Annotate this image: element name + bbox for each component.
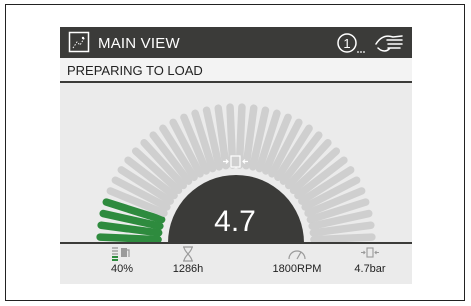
- page-title: MAIN VIEW: [98, 35, 180, 52]
- hours-readout: 1286h: [168, 246, 208, 282]
- rpm-readout: 1800RPM: [267, 246, 327, 282]
- pressure-icon: [361, 247, 379, 258]
- alert-count: 1: [343, 36, 350, 51]
- fuel-value: 40%: [110, 263, 134, 275]
- pressure-value: 4.7bar: [354, 263, 386, 275]
- gauge-segment: [96, 233, 162, 244]
- speedometer-icon: [288, 250, 306, 260]
- fuel-level-bar: [112, 253, 118, 255]
- header-bar: MAIN VIEW 1: [60, 27, 412, 58]
- fuel-icon: [112, 247, 130, 261]
- hourglass-icon: [183, 246, 193, 262]
- fuel-readout: 40%: [102, 246, 142, 282]
- hand-icon[interactable]: [373, 31, 405, 55]
- display-screen: MAIN VIEW 1 PREPARING TO LOAD 4.7 40% 12…: [60, 27, 412, 284]
- status-bar: PREPARING TO LOAD: [60, 58, 412, 83]
- gauge-value: 4.7: [214, 205, 256, 238]
- alert-icon[interactable]: 1: [336, 31, 366, 55]
- gauge-segment: [310, 233, 376, 244]
- footer-bar: 40% 1286h 1800RPM 4.7bar: [60, 242, 412, 284]
- hours-value: 1286h: [172, 263, 204, 275]
- fuel-level-bar: [112, 259, 118, 261]
- fuel-level-bar: [112, 247, 118, 249]
- load-gauge: 4.7: [60, 83, 412, 244]
- fuel-level-bar: [112, 250, 118, 252]
- view-icon[interactable]: [68, 31, 90, 53]
- fuel-level-bar: [112, 256, 118, 258]
- rpm-value: 1800RPM: [272, 263, 322, 275]
- pressure-readout: 4.7bar: [348, 246, 392, 282]
- status-text: PREPARING TO LOAD: [67, 63, 203, 78]
